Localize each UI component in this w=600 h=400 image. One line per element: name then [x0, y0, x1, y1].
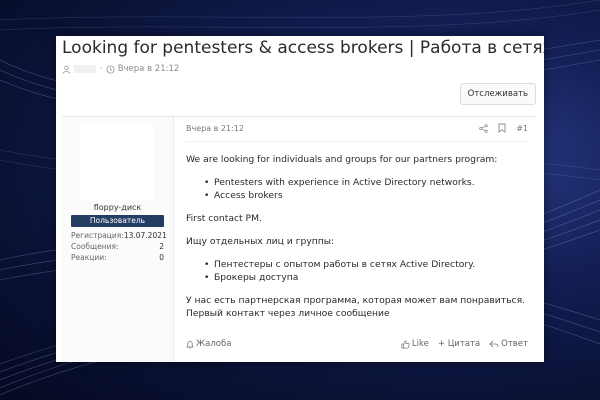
list-item: Пентестеры с опытом работы в сетях Activ…: [186, 258, 526, 271]
bookmark-icon[interactable]: [498, 123, 506, 133]
author-name-redacted[interactable]: [74, 65, 96, 73]
avatar[interactable]: [80, 125, 154, 199]
post-body: We are looking for individuals and group…: [186, 153, 526, 320]
reply-label: Ответ: [501, 339, 528, 349]
share-icon[interactable]: [479, 123, 488, 133]
post-closing-ru-2: Первый контакт через личное сообщение: [186, 308, 390, 319]
stat-label: Реакции:: [71, 253, 107, 262]
stat-label: Регистрация:: [71, 231, 124, 240]
thread-date[interactable]: Вчера в 21:12: [118, 64, 180, 74]
like-icon: [401, 340, 410, 349]
stat-reactions: Реакции: 0: [71, 253, 164, 262]
report-button[interactable]: Жалоба: [186, 339, 231, 349]
user-icon: [62, 65, 71, 74]
post-number[interactable]: #1: [516, 124, 528, 133]
user-role-badge: Пользователь: [71, 215, 164, 227]
stat-value: 0: [159, 253, 164, 262]
like-button[interactable]: Like: [401, 339, 429, 349]
thread-title: Looking for pentesters & access brokers …: [62, 38, 544, 58]
user-info-panel: floppy-диск Пользователь Регистрация: 13…: [62, 117, 174, 362]
list-item: Access brokers: [186, 189, 526, 202]
bullets-ru: Пентестеры с опытом работы в сетях Activ…: [186, 258, 526, 284]
post-closing-ru: У нас есть партнерская программа, котора…: [186, 295, 526, 306]
clock-icon: [106, 64, 115, 74]
bell-icon: [186, 340, 194, 349]
post-header-divider: [186, 141, 528, 142]
post-intro-en: We are looking for individuals and group…: [186, 154, 498, 165]
report-label: Жалоба: [196, 339, 232, 349]
post-actions: Жалоба Like + Цитата Ответ: [186, 339, 528, 349]
forum-thread-panel: Looking for pentesters & access brokers …: [56, 36, 544, 362]
post-contact-en: First contact PM.: [186, 213, 262, 224]
stat-label: Сообщения:: [71, 242, 119, 251]
thread-meta: · Вчера в 21:12: [62, 62, 179, 76]
reply-icon: [489, 340, 499, 348]
reply-button[interactable]: Ответ: [489, 339, 528, 349]
post-intro-ru: Ищу отдельных лиц и группы:: [186, 236, 335, 247]
stat-messages: Сообщения: 2: [71, 242, 164, 251]
post-tools: #1: [479, 123, 528, 133]
post-message: floppy-диск Пользователь Регистрация: 13…: [62, 116, 536, 362]
list-item: Брокеры доступа: [186, 271, 526, 284]
list-item: Pentesters with experience in Active Dir…: [186, 176, 526, 189]
quote-label: + Цитата: [437, 339, 481, 349]
username[interactable]: floppy-диск: [62, 203, 173, 212]
follow-button[interactable]: Отслеживать: [459, 83, 536, 105]
post-date[interactable]: Вчера в 21:12: [186, 124, 244, 133]
like-label: Like: [411, 339, 429, 349]
message-content: Вчера в 21:12 #1 We are looking for indi…: [174, 117, 536, 362]
stat-value: 2: [159, 242, 164, 251]
bullets-en: Pentesters with experience in Active Dir…: [186, 176, 526, 202]
meta-separator: ·: [100, 64, 103, 74]
stat-registration: Регистрация: 13.07.2021: [71, 231, 167, 240]
stat-value: 13.07.2021: [123, 231, 167, 240]
quote-button[interactable]: + Цитата: [438, 339, 480, 349]
